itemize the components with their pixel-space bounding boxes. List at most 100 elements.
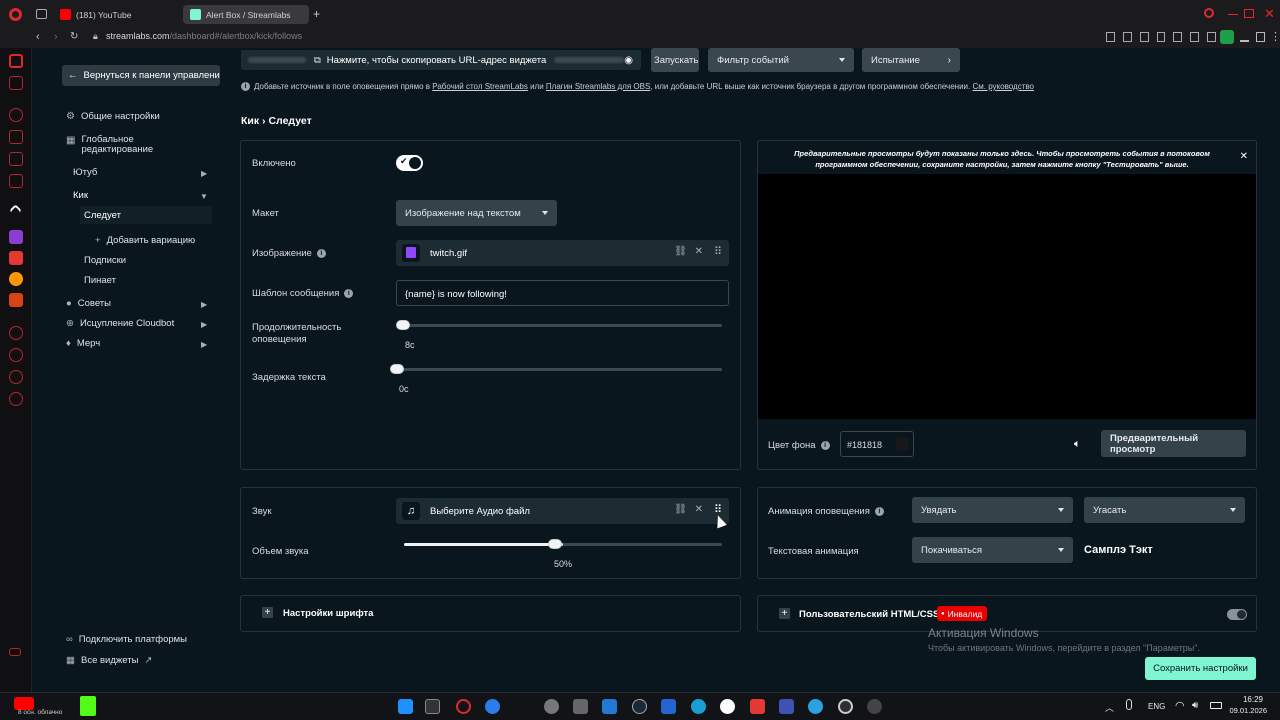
bg-color-swatch[interactable] <box>896 438 908 450</box>
tray-chevron-icon[interactable]: ︿ <box>1105 701 1114 714</box>
sidebar-item-youtube[interactable]: Ютуб <box>73 167 97 178</box>
tab-streamlabs[interactable]: Alert Box / Streamlabs <box>183 5 309 24</box>
custom-html-toggle[interactable] <box>1227 609 1247 620</box>
settings-app-icon[interactable] <box>544 699 559 714</box>
maximize-icon[interactable] <box>1244 9 1254 18</box>
expand-plus-icon[interactable]: + <box>779 608 790 619</box>
sidebar-item-pins[interactable]: Пинает <box>84 275 116 286</box>
play-icon[interactable] <box>1173 32 1183 42</box>
forward-icon[interactable]: › <box>54 31 58 43</box>
link-icon[interactable]: ⛓ <box>674 504 687 515</box>
workspaces-icon[interactable] <box>36 9 47 19</box>
speaker-icon[interactable]: 🔈︎ <box>1074 438 1081 451</box>
url-field[interactable]: streamlabs.com/dashboard#/alertbox/kick/… <box>106 31 302 41</box>
battery-icon[interactable] <box>1210 702 1222 709</box>
expand-plus-icon[interactable]: + <box>262 607 273 618</box>
preview-button[interactable]: Предварительный просмотр <box>1101 430 1246 457</box>
breadcrumb-root[interactable]: Кик <box>241 115 259 127</box>
snapshot-icon[interactable] <box>1122 32 1132 42</box>
hint-link-guide[interactable]: См. руководство <box>972 82 1034 91</box>
widget-url-field[interactable]: ⧉ Нажмите, чтобы скопировать URL-адрес в… <box>241 50 641 70</box>
aria-icon[interactable] <box>9 204 22 217</box>
link-icon[interactable]: ⛓ <box>674 246 687 257</box>
hint-link-desktop[interactable]: Рабочий стол StreamLabs <box>432 82 528 91</box>
close-icon[interactable]: ✕ <box>695 246 703 257</box>
news-icon[interactable] <box>9 174 23 188</box>
camera-app-icon[interactable] <box>573 699 588 714</box>
app-blue-icon[interactable] <box>485 699 500 714</box>
eye-icon[interactable]: ◉ <box>624 55 633 66</box>
duration-slider-track[interactable] <box>404 324 722 327</box>
new-tab-button[interactable]: + <box>313 7 320 21</box>
app-shield-icon[interactable] <box>779 699 794 714</box>
steam-app-icon[interactable] <box>632 699 647 714</box>
sidebar-item-merch[interactable]: ♦ Мерч <box>66 338 100 349</box>
menu-icon[interactable]: ⋮ <box>1270 30 1280 43</box>
sidebar-item-follows[interactable]: Следует <box>80 206 212 224</box>
minimize-icon[interactable] <box>1228 14 1238 15</box>
opera-logo-icon[interactable] <box>9 8 22 21</box>
font-settings-panel[interactable]: + Настройки шрифта <box>240 595 741 632</box>
twitch-icon[interactable] <box>9 230 23 244</box>
gx-icon[interactable] <box>9 648 21 656</box>
clock-date[interactable]: 09.01.2026 <box>1223 706 1267 715</box>
audio-file-field[interactable]: ♫ Выберите Аудио файл ⛓ ✕ ⠿ <box>396 498 729 524</box>
sidebar-item-tips[interactable]: ● Советы <box>66 298 111 309</box>
sidebar-item-kick[interactable]: Кик <box>73 190 88 201</box>
save-settings-button[interactable]: Сохранить настройки <box>1145 657 1256 680</box>
volume-icon[interactable]: 🔊︎ <box>1192 700 1198 711</box>
send-icon[interactable] <box>1190 32 1200 42</box>
sidebar-item-general[interactable]: ⚙ Общие настройки <box>66 111 160 122</box>
clock-time[interactable]: 16:29 <box>1223 695 1263 704</box>
obs-app-icon[interactable] <box>838 699 853 714</box>
messenger-icon[interactable] <box>9 370 23 384</box>
app-multi-icon[interactable] <box>867 699 882 714</box>
reload-icon[interactable]: ↻ <box>70 31 78 42</box>
weather-widget[interactable]: 8 осн. облачно <box>14 697 74 717</box>
opera-app-icon[interactable] <box>456 699 471 714</box>
bookmarks-icon[interactable] <box>9 130 23 144</box>
translate-icon[interactable] <box>1139 32 1149 42</box>
close-notice-icon[interactable]: ✕ <box>1240 151 1248 162</box>
yandex-music-icon[interactable] <box>9 272 23 286</box>
player-icon[interactable] <box>9 326 23 340</box>
duration-slider-handle[interactable] <box>396 320 410 330</box>
add-variation-button[interactable]: + Добавить вариацию <box>95 235 195 246</box>
yandex-icon[interactable] <box>9 251 23 265</box>
extensions-icon[interactable] <box>9 152 23 166</box>
test-button[interactable]: Испытание › <box>862 48 960 72</box>
bg-color-input[interactable]: #181818 <box>840 431 914 457</box>
easy-setup-icon[interactable] <box>1256 32 1265 42</box>
all-widgets-link[interactable]: ▦ Все виджеты ↗ <box>66 655 152 666</box>
vpn-icon[interactable] <box>1156 32 1166 42</box>
history-icon[interactable] <box>9 108 23 122</box>
edge-app-icon[interactable] <box>691 699 706 714</box>
start-icon[interactable] <box>398 699 413 714</box>
sidebar-item-global-edit[interactable]: ▦ Глобальное редактирование <box>66 135 176 155</box>
message-template-input[interactable]: {name} is now following! <box>396 280 729 306</box>
home-icon[interactable] <box>9 54 23 68</box>
volume-slider-track[interactable] <box>404 543 722 546</box>
back-icon[interactable]: ‹ <box>36 31 40 43</box>
enabled-toggle[interactable]: ✔ <box>396 155 423 171</box>
lang-indicator[interactable]: ENG <box>1148 702 1165 711</box>
sidebar-item-subs[interactable]: Подписки <box>84 255 126 266</box>
media-app-icon[interactable] <box>720 699 735 714</box>
kick-app-icon[interactable] <box>80 696 96 716</box>
volume-slider-handle[interactable] <box>548 539 562 549</box>
todo-app-icon[interactable] <box>661 699 676 714</box>
hint-link-obs[interactable]: Плагин Streamlabs для OBS <box>546 82 650 91</box>
animation-out-select[interactable]: Угасать <box>1084 497 1245 523</box>
text-delay-slider-handle[interactable] <box>390 364 404 374</box>
connect-platforms-link[interactable]: ∞ Подключить платформы <box>66 634 187 645</box>
back-to-dashboard-button[interactable]: ← Вернуться к панели управления <box>62 65 220 86</box>
close-window-icon[interactable]: ✕ <box>1264 6 1275 22</box>
wifi-icon[interactable]: ◠ <box>1175 699 1185 712</box>
telegram-app-icon[interactable] <box>808 699 823 714</box>
heart-icon[interactable] <box>1207 32 1217 42</box>
tab-youtube[interactable]: (181) YouTube <box>53 5 179 24</box>
mic-icon[interactable] <box>1126 699 1132 710</box>
search-tabs-icon[interactable] <box>1204 8 1214 18</box>
event-filter-select[interactable]: Фильтр событий <box>708 48 854 72</box>
file-explorer-icon[interactable] <box>425 699 440 714</box>
